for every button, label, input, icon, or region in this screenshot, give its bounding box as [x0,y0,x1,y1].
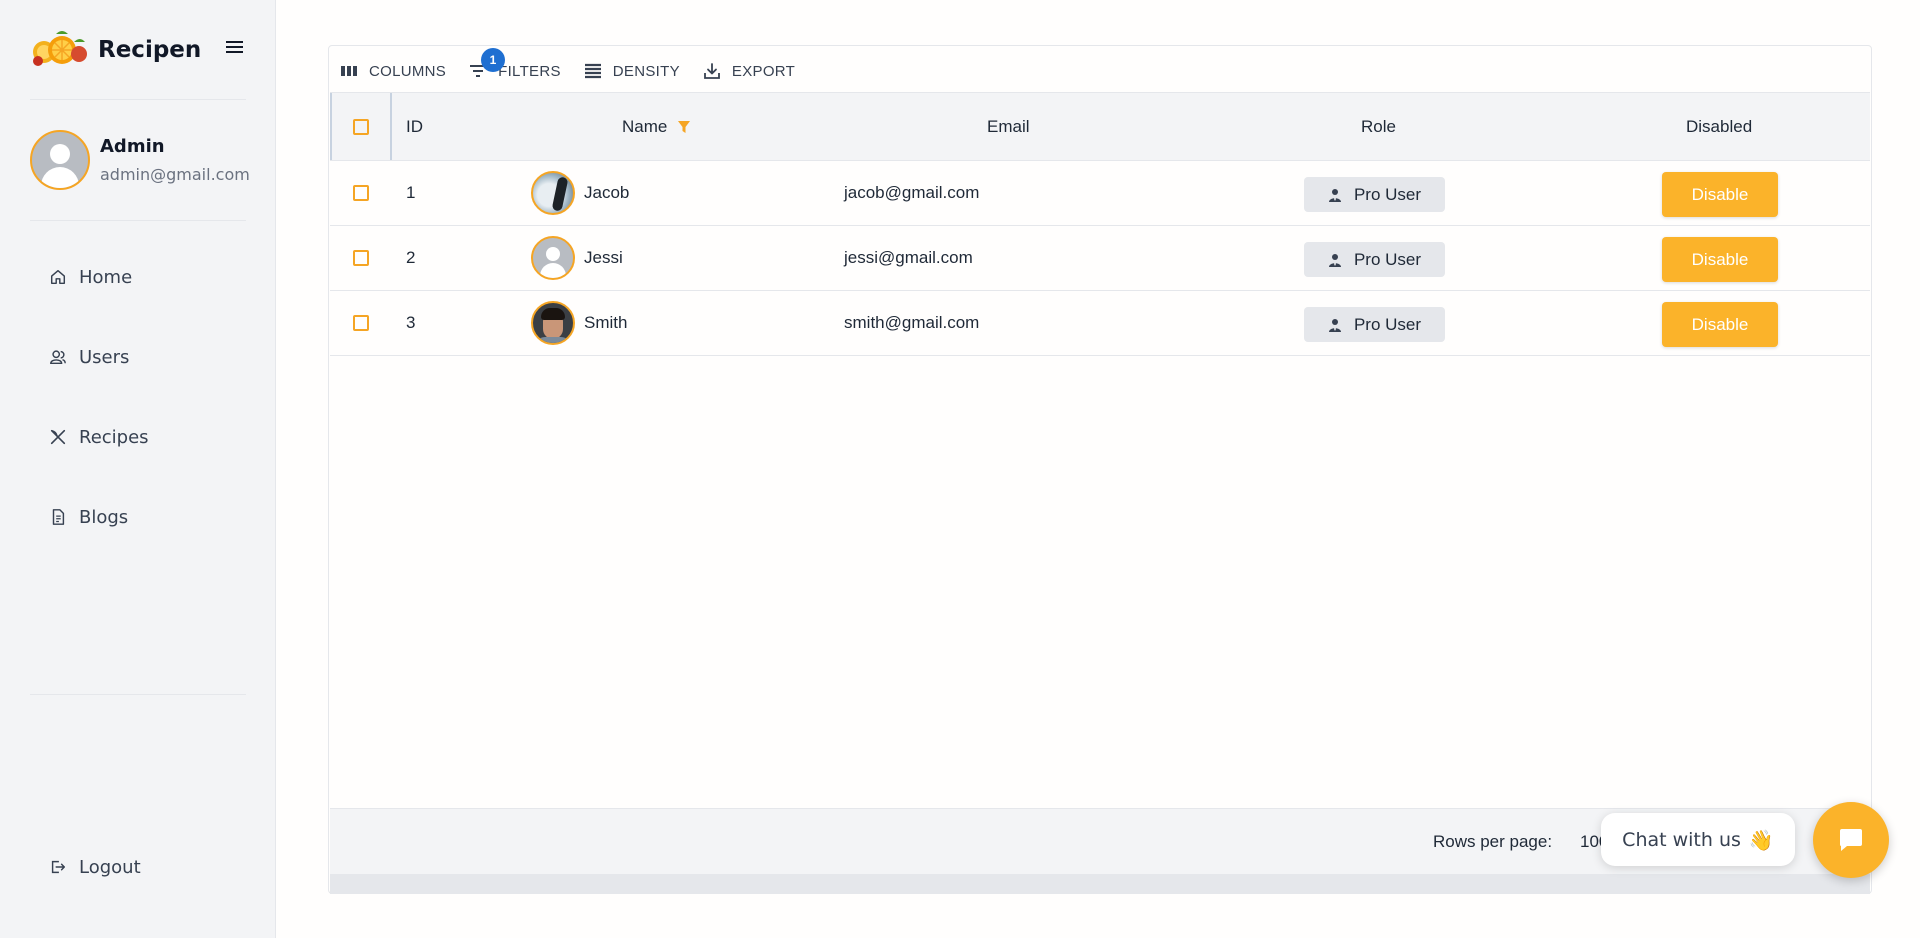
sidebar-nav: Home Users Recipes Blogs [49,262,149,582]
avatar [531,301,575,345]
row-checkbox[interactable] [353,315,369,331]
users-data-grid: COLUMNS 1 FILTERS DENSITY EXPORT ID Name… [328,45,1872,894]
role-chip[interactable]: Pro User [1304,177,1445,212]
document-icon [52,509,65,525]
sidebar-item-label: Recipes [79,426,149,448]
waving-hand-icon: 👋 [1748,827,1774,852]
brand[interactable]: Recipen [30,28,201,72]
user-tie-icon [1328,318,1341,332]
row-checkbox[interactable] [353,185,369,201]
logout-icon [51,860,66,874]
divider [30,694,246,695]
columns-icon [341,66,357,76]
column-header-id[interactable]: ID [406,93,423,160]
row-email: smith@gmail.com [844,313,980,332]
row-name: Jessi [584,248,623,267]
user-profile: Admin admin@gmail.com [30,130,250,190]
row-name-cell: Smith [531,291,627,355]
column-header-name-label: Name [622,116,668,136]
filters-label: FILTERS [498,62,561,80]
table-header: ID Name Email Role Disabled [330,92,1870,161]
logout-button[interactable]: Logout [49,852,141,882]
utensils-icon [50,429,66,445]
select-all-checkbox[interactable] [353,118,369,135]
home-icon [50,269,66,285]
column-header-email[interactable]: Email [987,93,1030,160]
sidebar-item-label: Blogs [79,506,129,528]
table-row[interactable]: 2 Jessi jessi@gmail.com Pro User Disable [330,226,1870,291]
sidebar-item-label: Home [79,266,133,288]
row-id: 2 [406,248,416,267]
role-label: Pro User [1353,249,1422,269]
fruits-logo-icon [30,28,88,72]
divider [30,99,246,100]
filters-count-badge: 1 [481,48,506,72]
sidebar-item-recipes[interactable]: Recipes [49,422,149,452]
columns-label: COLUMNS [369,62,447,80]
row-id: 3 [406,313,416,332]
role-chip[interactable]: Pro User [1304,307,1445,342]
users-icon [50,350,66,365]
download-icon [704,63,720,79]
row-select-cell [330,291,392,355]
row-name: Smith [584,313,628,332]
chat-with-us-bubble[interactable]: Chat with us 👋 [1601,813,1795,866]
role-chip[interactable]: Pro User [1304,242,1445,277]
density-label: DENSITY [612,62,680,80]
sidebar: Recipen Admin admin@gmail.com Home Users… [0,0,276,938]
disable-button[interactable]: Disable [1662,172,1778,217]
sidebar-item-blogs[interactable]: Blogs [49,502,149,532]
chat-label: Chat with us [1622,828,1741,851]
sidebar-item-users[interactable]: Users [49,342,149,372]
row-select-cell [330,226,392,290]
export-button[interactable]: EXPORT [702,61,795,81]
role-label: Pro User [1353,314,1422,334]
grid-toolbar: COLUMNS 1 FILTERS DENSITY EXPORT [339,48,817,84]
menu-toggle-icon[interactable] [224,38,246,60]
column-header-role[interactable]: Role [1361,93,1396,160]
table-row[interactable]: 3 Smith smith@gmail.com Pro User Disable [330,291,1870,356]
divider [30,220,246,221]
filters-button[interactable]: 1 FILTERS [468,48,561,81]
chat-icon [1840,829,1862,851]
active-filter-icon[interactable] [677,120,691,134]
column-header-disabled[interactable]: Disabled [1686,93,1752,160]
avatar [30,130,90,190]
sidebar-item-home[interactable]: Home [49,262,149,292]
row-name-cell: Jacob [531,161,629,225]
table-row[interactable]: 1 Jacob jacob@gmail.com Pro User Disable [330,161,1870,226]
chat-launcher-button[interactable] [1813,802,1889,878]
density-button[interactable]: DENSITY [583,61,680,81]
rows-per-page-label: Rows per page: [1433,832,1553,851]
row-id: 1 [406,183,416,202]
brand-name: Recipen [98,37,202,63]
column-header-name[interactable]: Name [622,93,691,160]
user-tie-icon [1328,188,1341,202]
user-tie-icon [1328,253,1341,267]
export-label: EXPORT [731,62,796,80]
profile-email: admin@gmail.com [100,165,250,184]
role-label: Pro User [1353,184,1422,204]
sidebar-item-label: Users [79,346,130,368]
row-name-cell: Jessi [531,226,623,290]
disable-button[interactable]: Disable [1662,302,1778,347]
horizontal-scrollbar[interactable] [330,874,1870,894]
row-name: Jacob [584,183,630,202]
avatar [531,171,575,215]
row-email: jessi@gmail.com [844,248,973,267]
row-email: jacob@gmail.com [844,183,980,202]
row-checkbox[interactable] [353,250,369,266]
profile-name: Admin [100,136,165,157]
avatar [531,236,575,280]
select-all-cell [330,93,392,160]
row-select-cell [330,161,392,225]
columns-button[interactable]: COLUMNS [339,61,446,81]
density-icon [584,63,601,79]
disable-button[interactable]: Disable [1662,237,1778,282]
logout-label: Logout [79,856,141,878]
